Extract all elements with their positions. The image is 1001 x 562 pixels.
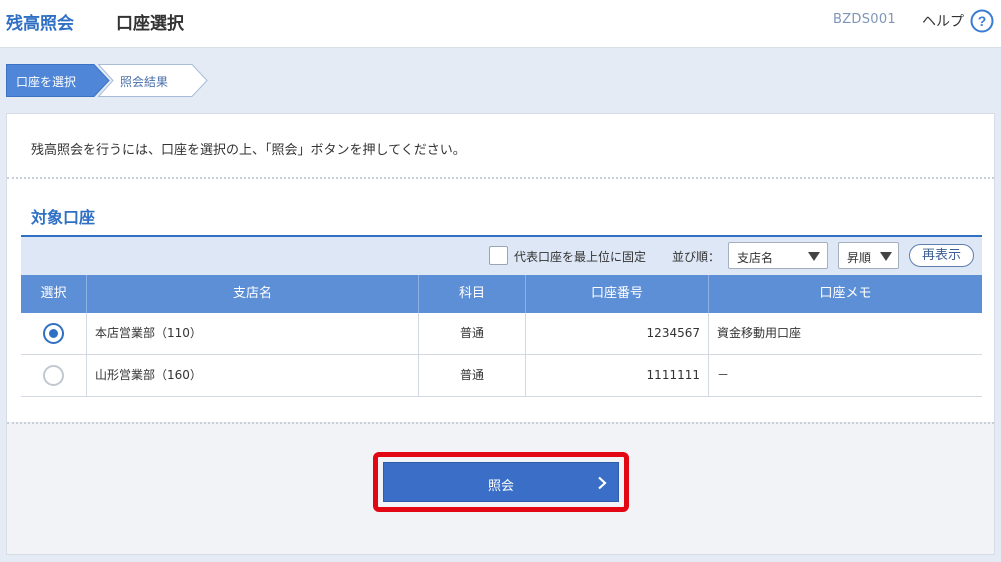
account-table: 選択 支店名 科目 口座番号 口座メモ 本店営業部（110） 普通 123456…	[21, 275, 982, 397]
step-label: 照会結果	[120, 75, 169, 89]
step-result: 照会結果	[98, 64, 208, 97]
account-number-cell: 1234567	[526, 313, 709, 354]
header-bar: 残高照会 口座選択 BZDS001 ヘルプ ?	[0, 0, 1001, 48]
sort-order-select[interactable]: 昇順	[838, 242, 899, 269]
main-card: 残高照会を行うには、口座を選択の上、「照会」ボタンを押してください。 対象口座 …	[6, 113, 995, 555]
pin-representative-label[interactable]: 代表口座を最上位に固定	[514, 248, 646, 265]
section-title: 対象口座	[31, 208, 96, 227]
inquiry-button[interactable]: 照会	[383, 462, 619, 502]
branch-cell: 本店営業部（110）	[87, 313, 419, 354]
screen-id: BZDS001	[833, 12, 896, 27]
app-title: 残高照会	[6, 14, 74, 34]
memo-cell: －	[717, 368, 730, 382]
inquiry-button-label: 照会	[487, 479, 514, 494]
column-header-subject: 科目	[419, 275, 526, 313]
column-header-select: 選択	[21, 275, 87, 313]
redisplay-button[interactable]: 再表示	[909, 244, 974, 267]
chevron-down-icon	[808, 252, 820, 261]
sort-order-value: 昇順	[847, 251, 872, 265]
subject-cell: 普通	[419, 355, 526, 396]
table-row[interactable]: 山形営業部（160） 普通 1111111 －	[21, 355, 982, 397]
instruction-text: 残高照会を行うには、口座を選択の上、「照会」ボタンを押してください。	[31, 143, 466, 158]
sort-field-select[interactable]: 支店名	[728, 242, 828, 269]
page-title: 口座選択	[116, 14, 184, 34]
svg-text:?: ?	[978, 13, 987, 29]
account-radio-selected[interactable]	[43, 323, 64, 344]
subject-cell: 普通	[419, 313, 526, 354]
help-link[interactable]: ヘルプ	[922, 11, 964, 31]
memo-cell: 資金移動用口座	[717, 326, 802, 340]
column-header-account-number: 口座番号	[526, 275, 709, 313]
help-icon[interactable]: ?	[970, 9, 994, 33]
table-row[interactable]: 本店営業部（110） 普通 1234567 資金移動用口座	[21, 313, 982, 355]
step-select-account: 口座を選択	[6, 64, 110, 97]
column-header-branch: 支店名	[87, 275, 419, 313]
pin-representative-checkbox[interactable]	[489, 246, 508, 265]
account-number-cell: 1111111	[526, 355, 709, 396]
sort-label: 並び順：	[672, 250, 721, 264]
sort-field-value: 支店名	[737, 251, 774, 265]
select-cell	[21, 313, 87, 354]
account-radio[interactable]	[43, 365, 64, 386]
dotted-divider	[7, 177, 994, 179]
branch-cell: 山形営業部（160）	[87, 355, 419, 396]
chevron-down-icon	[880, 252, 892, 261]
select-cell	[21, 355, 87, 396]
table-header: 選択 支店名 科目 口座番号 口座メモ	[21, 275, 982, 313]
column-header-memo: 口座メモ	[819, 286, 872, 301]
chevron-right-icon	[598, 476, 607, 490]
table-toolbar: 代表口座を最上位に固定 並び順： 支店名 昇順 再表示	[21, 237, 982, 275]
step-label: 口座を選択	[16, 75, 77, 89]
